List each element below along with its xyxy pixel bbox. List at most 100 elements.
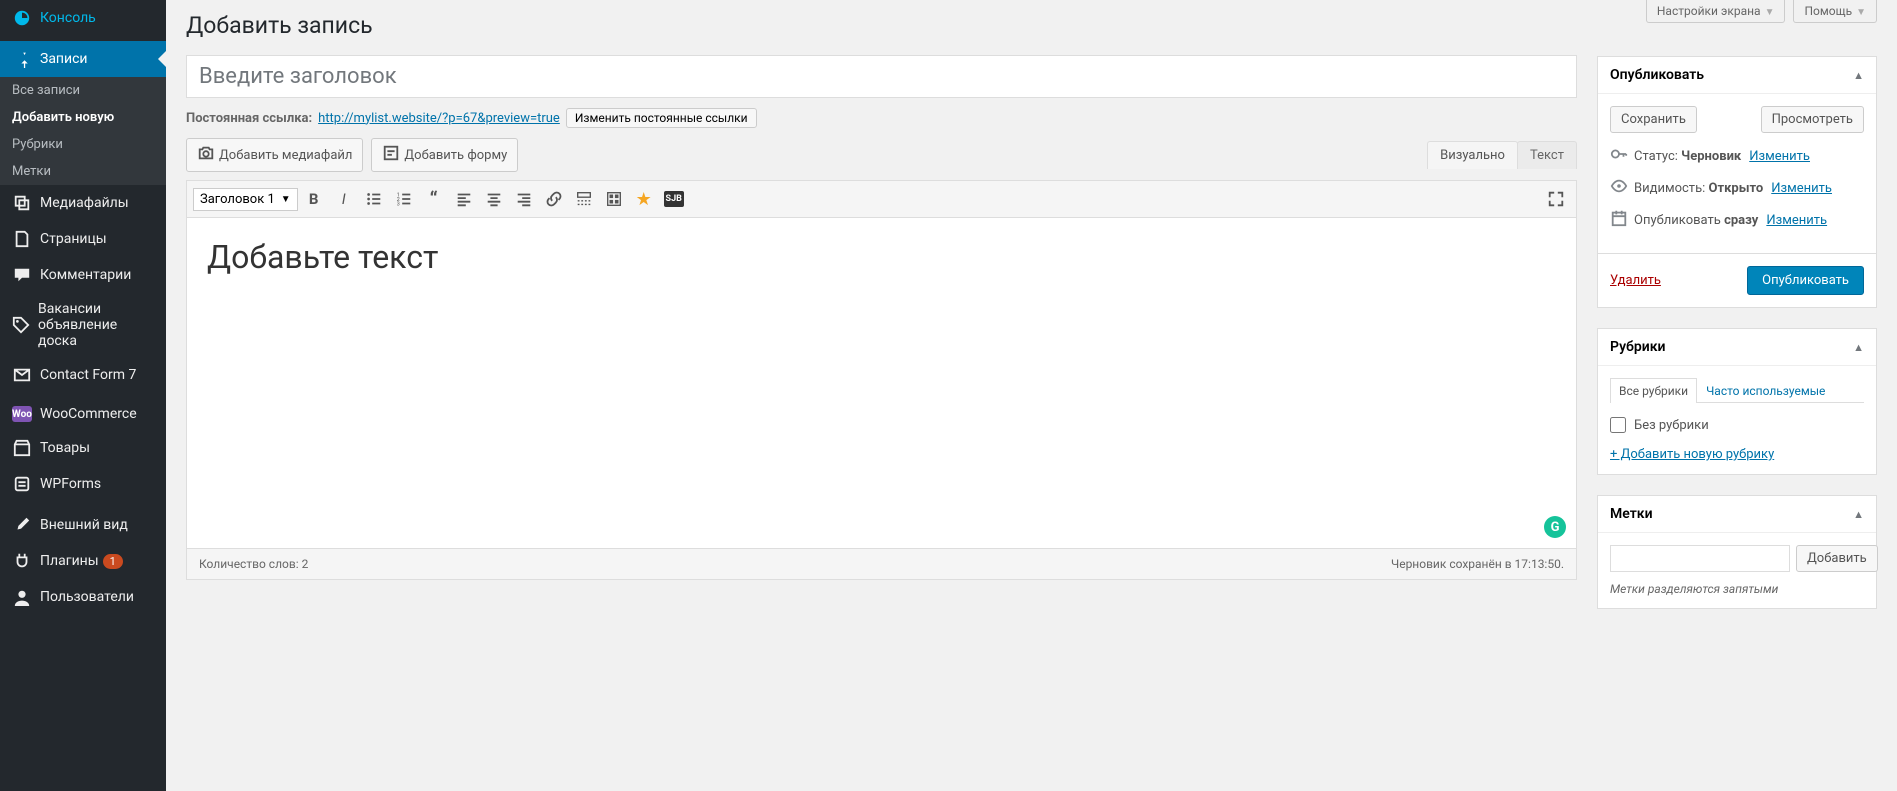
link-button[interactable] (540, 185, 568, 213)
sidebar-item-comments[interactable]: Комментарии (0, 257, 166, 293)
word-count: Количество слов: 2 (199, 557, 308, 571)
comment-icon (12, 265, 32, 285)
sidebar-label: Записи (40, 51, 88, 67)
publish-metabox-toggle[interactable]: Опубликовать ▲ (1598, 57, 1876, 94)
sidebar-subitem-all-posts[interactable]: Все записи (0, 77, 166, 104)
change-permalinks-button[interactable]: Изменить постоянные ссылки (566, 108, 757, 128)
categories-metabox-toggle[interactable]: Рубрики ▲ (1598, 329, 1876, 366)
sidebar-label: Contact Form 7 (40, 367, 136, 383)
admin-sidebar: Консоль Записи Все записи Добавить новую… (0, 0, 166, 791)
numbered-list-button[interactable]: 123 (390, 185, 418, 213)
main-content: Настройки экрана▼ Помощь▼ Добавить запис… (166, 0, 1897, 791)
sidebar-submenu-posts: Все записи Добавить новую Рубрики Метки (0, 77, 166, 185)
more-button[interactable] (570, 185, 598, 213)
edit-status-link[interactable]: Изменить (1749, 149, 1810, 164)
add-form-button[interactable]: Добавить форму (371, 138, 518, 172)
post-title-input[interactable] (186, 55, 1577, 98)
sidebar-item-appearance[interactable]: Внешний вид (0, 507, 166, 543)
editor-toolbar: Заголовок 1▼ B I 123 “ ★ SJB (187, 181, 1576, 218)
help-tab[interactable]: Помощь▼ (1793, 0, 1877, 23)
brush-icon (12, 515, 32, 535)
schedule-label: Опубликовать сразу (1634, 213, 1758, 228)
tags-input[interactable] (1610, 545, 1790, 572)
tag-icon (12, 315, 30, 335)
add-media-button[interactable]: Добавить медиафайл (186, 138, 363, 172)
align-left-button[interactable] (450, 185, 478, 213)
categories-tab-all[interactable]: Все рубрики (1610, 378, 1697, 403)
sidebar-item-pages[interactable]: Страницы (0, 221, 166, 257)
bold-button[interactable]: B (300, 185, 328, 213)
sidebar-subitem-categories[interactable]: Рубрики (0, 131, 166, 158)
tags-hint: Метки разделяются запятыми (1610, 582, 1864, 596)
fullscreen-button[interactable] (1542, 185, 1570, 213)
page-icon (12, 229, 32, 249)
archive-icon (12, 438, 32, 458)
permalink-url[interactable]: http://mylist.website/?p=67&preview=true (318, 111, 560, 126)
publish-button[interactable]: Опубликовать (1747, 266, 1864, 295)
italic-button[interactable]: I (330, 185, 358, 213)
content-editor[interactable]: Добавьте текст G (187, 218, 1576, 548)
tags-metabox-toggle[interactable]: Метки ▲ (1598, 496, 1876, 533)
autosave-status: Черновик сохранён в 17:13:50. (1391, 557, 1564, 571)
user-icon (12, 587, 32, 607)
plug-icon (12, 551, 32, 571)
tags-metabox: Метки ▲ Добавить Метки разделяются запят… (1597, 495, 1877, 609)
dashboard-icon (12, 8, 32, 28)
grammarly-icon[interactable]: G (1544, 516, 1566, 538)
sidebar-item-wpforms[interactable]: WPForms (0, 466, 166, 502)
plugins-update-badge: 1 (103, 554, 123, 569)
permalink-label: Постоянная ссылка: (186, 111, 312, 126)
media-icon (12, 193, 32, 213)
format-select[interactable]: Заголовок 1▼ (193, 188, 298, 211)
sidebar-item-media[interactable]: Медиафайлы (0, 185, 166, 221)
page-title: Добавить запись (186, 0, 1577, 55)
sidebar-item-products[interactable]: Товары (0, 430, 166, 466)
edit-schedule-link[interactable]: Изменить (1766, 213, 1827, 228)
preview-button[interactable]: Просмотреть (1761, 106, 1864, 133)
align-right-button[interactable] (510, 185, 538, 213)
sidebar-item-cf7[interactable]: Contact Form 7 (0, 357, 166, 393)
align-center-button[interactable] (480, 185, 508, 213)
bullet-list-button[interactable] (360, 185, 388, 213)
sidebar-label: Внешний вид (40, 517, 128, 533)
save-draft-button[interactable]: Сохранить (1610, 106, 1697, 133)
envelope-icon (12, 365, 32, 385)
category-item-uncategorized[interactable]: Без рубрики (1610, 413, 1864, 437)
toolbar-toggle-button[interactable] (600, 185, 628, 213)
woo-icon: Woo (12, 406, 32, 422)
text-tab[interactable]: Текст (1517, 141, 1577, 169)
move-to-trash-link[interactable]: Удалить (1610, 273, 1661, 288)
sidebar-label: Консоль (40, 10, 96, 26)
category-checkbox[interactable] (1610, 417, 1626, 433)
sidebar-item-jobs[interactable]: Вакансии объявление доска (0, 293, 166, 357)
sidebar-item-woocommerce[interactable]: Woo WooCommerce (0, 398, 166, 430)
categories-tab-most-used[interactable]: Часто используемые (1697, 378, 1834, 403)
sidebar-item-plugins[interactable]: Плагины 1 (0, 543, 166, 579)
star-button[interactable]: ★ (630, 185, 658, 213)
sidebar-subitem-add-new[interactable]: Добавить новую (0, 104, 166, 131)
chevron-up-icon: ▲ (1853, 508, 1864, 521)
chevron-up-icon: ▲ (1853, 69, 1864, 82)
sidebar-item-console[interactable]: Консоль (0, 0, 166, 36)
add-new-category-link[interactable]: + Добавить новую рубрику (1610, 447, 1774, 462)
edit-visibility-link[interactable]: Изменить (1771, 181, 1832, 196)
chevron-up-icon: ▲ (1853, 341, 1864, 354)
sidebar-label: Страницы (40, 231, 107, 247)
form-icon (12, 474, 32, 494)
add-tag-button[interactable]: Добавить (1796, 545, 1878, 572)
sjb-button[interactable]: SJB (660, 185, 688, 213)
sidebar-item-posts[interactable]: Записи (0, 41, 166, 77)
sidebar-label: Медиафайлы (40, 195, 129, 211)
editor-status-bar: Количество слов: 2 Черновик сохранён в 1… (187, 548, 1576, 579)
eye-icon (1610, 177, 1626, 199)
visual-tab[interactable]: Визуально (1427, 141, 1518, 169)
screen-options-tab[interactable]: Настройки экрана▼ (1646, 0, 1786, 23)
sidebar-label: Пользователи (40, 589, 134, 605)
sidebar-label: Вакансии объявление доска (38, 301, 154, 349)
key-icon (1610, 145, 1626, 167)
sidebar-label: WPForms (40, 476, 101, 492)
sidebar-subitem-tags[interactable]: Метки (0, 158, 166, 185)
blockquote-button[interactable]: “ (420, 185, 448, 213)
sidebar-label: Плагины (40, 553, 99, 569)
sidebar-item-users[interactable]: Пользователи (0, 579, 166, 615)
